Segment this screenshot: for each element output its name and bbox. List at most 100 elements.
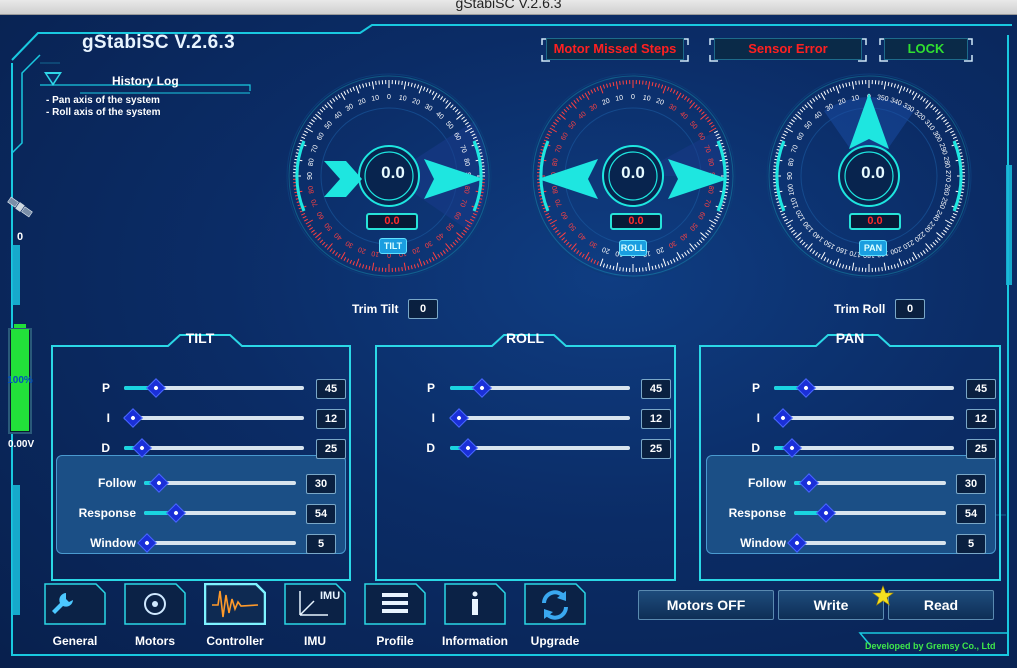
tilt-window-value[interactable]: 5 [306, 534, 336, 554]
pan-window-value[interactable]: 5 [956, 534, 986, 554]
window-title: gStabiSC V.2.6.3 [455, 0, 562, 11]
svg-text:20: 20 [601, 245, 611, 254]
satellite-icon [7, 196, 33, 218]
pan-response-label: Response [728, 506, 786, 520]
svg-text:20: 20 [601, 98, 611, 107]
tilt-d-label: D [101, 441, 110, 455]
star-icon [872, 585, 894, 606]
svg-text:60: 60 [316, 132, 326, 142]
trim-tilt-input[interactable]: 0 [408, 299, 438, 319]
nav-controller-button[interactable] [203, 582, 267, 626]
nav-information-button[interactable] [444, 583, 506, 625]
tilt-i-slider[interactable] [124, 416, 304, 420]
nav-upgrade-button[interactable] [524, 583, 586, 625]
trim-roll-input[interactable]: 0 [895, 299, 925, 319]
list-icon [382, 593, 408, 613]
history-log-label: History Log [112, 74, 179, 88]
pan-follow-label: Follow [748, 476, 786, 490]
nav-profile-label: Profile [376, 634, 414, 648]
pan-window-label: Window [740, 536, 786, 550]
trim-roll-label: Trim Roll [834, 302, 886, 316]
roll-panel-title: ROLL [505, 330, 545, 346]
svg-text:30: 30 [345, 103, 355, 113]
pan-p-value[interactable]: 45 [966, 379, 996, 399]
svg-text:10: 10 [642, 95, 651, 103]
svg-text:50: 50 [444, 120, 454, 131]
roll-p-label: P [426, 381, 435, 395]
tilt-p-label: P [101, 381, 110, 395]
write-button[interactable]: Write [778, 590, 884, 620]
svg-text:270: 270 [944, 170, 951, 182]
svg-text:30: 30 [423, 103, 433, 113]
tilt-response-value[interactable]: 54 [306, 504, 336, 524]
tilt-i-label: I [106, 411, 110, 425]
svg-text:30: 30 [589, 103, 599, 113]
svg-text:60: 60 [796, 132, 806, 142]
svg-text:70: 70 [311, 144, 320, 154]
svg-text:50: 50 [568, 120, 578, 131]
svg-text:80: 80 [308, 158, 316, 167]
svg-text:60: 60 [560, 210, 570, 220]
svg-text:60: 60 [316, 210, 326, 220]
svg-text:60: 60 [560, 132, 570, 142]
history-collapse-icon[interactable] [44, 72, 62, 86]
tilt-follow-label: Follow [98, 476, 136, 490]
svg-text:40: 40 [577, 111, 588, 121]
motor-missed-steps-indicator: Motor Missed Steps [546, 38, 684, 60]
nav-upgrade-label: Upgrade [530, 634, 580, 648]
svg-text:0: 0 [387, 94, 391, 101]
svg-text:20: 20 [411, 245, 421, 254]
svg-text:150: 150 [823, 238, 837, 250]
nav-profile-button[interactable] [364, 583, 426, 625]
svg-text:20: 20 [655, 245, 665, 254]
nav-imu-label: IMU [304, 634, 326, 648]
read-button[interactable]: Read [888, 590, 994, 620]
pan-angle-readout: 0.0 [849, 213, 901, 230]
roll-i-slider[interactable] [450, 416, 630, 420]
svg-text:110: 110 [790, 196, 800, 209]
svg-text:60: 60 [696, 210, 706, 220]
pan-i-slider[interactable] [774, 416, 954, 420]
app-main: gStabiSC V.2.6.3 Motor Missed Steps Sens… [0, 15, 1017, 668]
svg-text:80: 80 [308, 185, 316, 194]
tilt-angle-readout: 0.0 [366, 213, 418, 230]
nav-motors-button[interactable] [124, 583, 186, 625]
roll-i-label: I [431, 411, 435, 425]
pan-response-value[interactable]: 54 [956, 504, 986, 524]
svg-text:320: 320 [913, 109, 927, 122]
motors-off-button[interactable]: Motors OFF [638, 590, 774, 620]
roll-d-value[interactable]: 25 [641, 439, 671, 459]
pan-follow-value[interactable]: 30 [956, 474, 986, 494]
svg-text:130: 130 [802, 220, 815, 234]
roll-i-value[interactable]: 12 [641, 409, 671, 429]
roll-p-value[interactable]: 45 [641, 379, 671, 399]
sensor-error-indicator: Sensor Error [714, 38, 862, 60]
pan-window-slider[interactable] [794, 541, 946, 545]
tilt-tag: TILT [379, 238, 407, 254]
nav-general-label: General [52, 634, 98, 648]
svg-text:20: 20 [357, 245, 367, 254]
svg-text:IMU: IMU [320, 590, 340, 602]
roll-d-label: D [426, 441, 435, 455]
tilt-i-value[interactable]: 12 [316, 409, 346, 429]
svg-text:80: 80 [462, 158, 470, 167]
svg-text:200: 200 [889, 244, 902, 255]
tilt-follow-value[interactable]: 30 [306, 474, 336, 494]
nav-general-button[interactable] [44, 583, 106, 625]
app-title: gStabiSC V.2.6.3 [82, 32, 235, 53]
svg-text:30: 30 [423, 239, 433, 249]
tilt-window-slider[interactable] [144, 541, 296, 545]
svg-text:300: 300 [931, 130, 943, 144]
svg-text:290: 290 [937, 142, 948, 155]
pan-d-value[interactable]: 25 [966, 439, 996, 459]
svg-text:70: 70 [791, 144, 800, 154]
svg-text:40: 40 [678, 231, 689, 241]
pan-i-value[interactable]: 12 [966, 409, 996, 429]
tilt-p-value[interactable]: 45 [316, 379, 346, 399]
svg-text:40: 40 [577, 231, 588, 241]
svg-text:40: 40 [434, 231, 445, 241]
nav-imu-button[interactable]: IMU [284, 583, 346, 625]
tilt-d-value[interactable]: 25 [316, 439, 346, 459]
svg-text:20: 20 [411, 98, 421, 107]
svg-text:70: 70 [555, 144, 564, 154]
